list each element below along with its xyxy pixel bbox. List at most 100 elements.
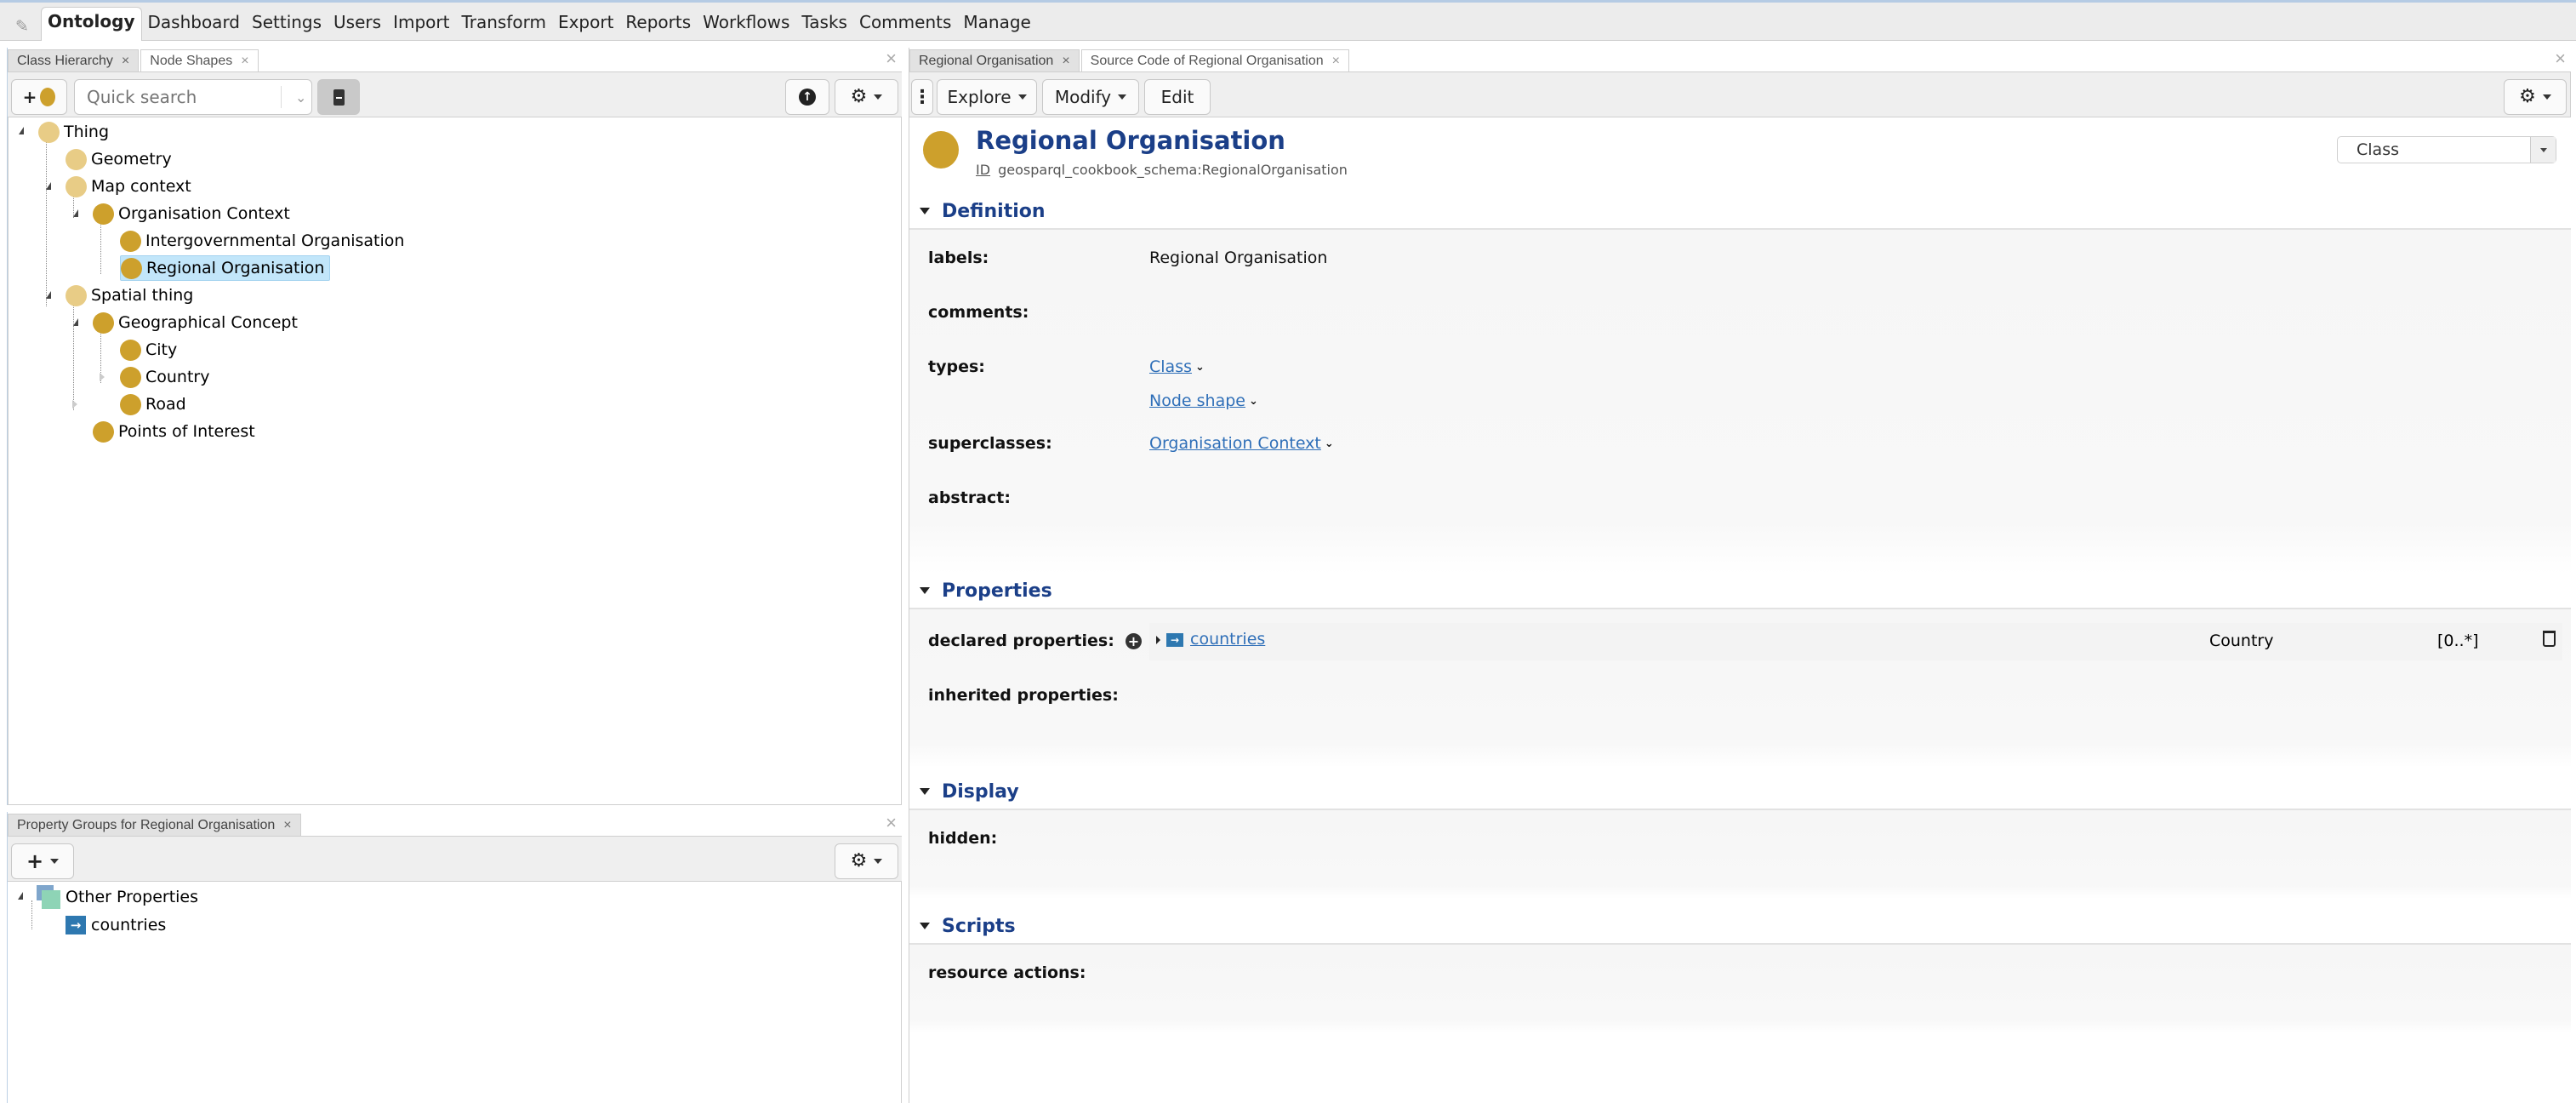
type-select-toggle[interactable] <box>2530 137 2556 163</box>
settings-menu-button[interactable]: ⚙ <box>835 79 898 115</box>
type-select[interactable]: Class <box>2337 136 2556 163</box>
type-link[interactable]: Node shape <box>1149 391 1245 410</box>
class-icon <box>93 203 114 225</box>
tree-item-regional-organisation[interactable]: Regional Organisation <box>120 255 331 281</box>
tab-node-shapes[interactable]: Node Shapes × <box>140 49 259 71</box>
section-title: Scripts <box>942 915 1016 937</box>
expand-triangle-icon[interactable] <box>1156 636 1160 644</box>
type-value-node-shape: Node shape ⌄ <box>1149 391 1258 410</box>
property-link[interactable]: countries <box>1190 630 1265 649</box>
section-display[interactable]: Display <box>909 774 2571 810</box>
close-panel-icon[interactable]: × <box>886 49 897 68</box>
vertical-ellipsis-icon: ⋮ <box>913 86 932 108</box>
chevron-down-icon[interactable]: ⌄ <box>295 89 306 106</box>
close-icon[interactable]: × <box>1332 50 1340 71</box>
menu-transform[interactable]: Transform <box>455 10 551 41</box>
menu-ontology[interactable]: Ontology <box>41 7 142 41</box>
tree-item-spatial-thing[interactable]: Spatial thing <box>66 283 193 308</box>
close-panel-icon[interactable]: × <box>2555 49 2566 68</box>
tree-item-map-context[interactable]: Map context <box>66 174 191 199</box>
menu-dashboard[interactable]: Dashboard <box>142 10 247 41</box>
close-panel-icon[interactable]: × <box>886 814 897 832</box>
add-property-icon[interactable]: + <box>1126 633 1142 649</box>
object-property-icon: → <box>66 916 86 934</box>
trash-icon[interactable] <box>2543 631 2556 647</box>
tree-item-other-properties[interactable]: Other Properties <box>37 884 198 910</box>
menu-tasks[interactable]: Tasks <box>795 10 853 41</box>
explore-menu-button[interactable]: Explore <box>937 79 1037 115</box>
add-group-button[interactable]: + <box>11 843 74 879</box>
menu-import[interactable]: Import <box>387 10 455 41</box>
settings-menu-button[interactable]: ⚙ <box>2504 79 2567 115</box>
menu-export[interactable]: Export <box>552 10 619 41</box>
labels-label: labels: <box>928 249 989 267</box>
tree-item-road[interactable]: Road <box>120 391 186 417</box>
book-toggle-button[interactable] <box>317 79 360 115</box>
tab-class-hierarchy[interactable]: Class Hierarchy × <box>8 49 140 71</box>
close-icon[interactable]: × <box>283 814 291 836</box>
section-definition[interactable]: Definition <box>909 194 2571 230</box>
tree-item-thing[interactable]: Thing <box>38 119 109 145</box>
property-groups-toolbar: + ⚙ <box>8 836 902 882</box>
collapse-toggle[interactable] <box>73 318 78 326</box>
move-up-button[interactable]: ↑ <box>785 79 829 115</box>
collapse-toggle[interactable] <box>46 291 51 299</box>
class-tree: Thing Geometry Map context Organisation … <box>8 117 902 805</box>
menu-comments[interactable]: Comments <box>853 10 957 41</box>
tree-item-countries[interactable]: → countries <box>66 912 166 938</box>
pencil-icon[interactable]: ✎ <box>15 18 32 35</box>
tree-item-organisation-context[interactable]: Organisation Context <box>93 201 290 226</box>
collapse-toggle[interactable] <box>18 892 23 900</box>
tab-regional-organisation[interactable]: Regional Organisation × <box>909 49 1080 71</box>
caret-icon <box>50 859 60 864</box>
tree-item-intergovernmental-organisation[interactable]: Intergovernmental Organisation <box>120 228 404 254</box>
tree-item-city[interactable]: City <box>120 337 177 363</box>
more-actions-button[interactable]: ⋮ <box>911 79 933 115</box>
expand-toggle[interactable] <box>72 400 77 409</box>
modify-label: Modify <box>1054 87 1112 107</box>
tab-source-code[interactable]: Source Code of Regional Organisation × <box>1080 49 1349 71</box>
menu-workflows[interactable]: Workflows <box>697 10 795 41</box>
class-icon <box>66 284 87 306</box>
chevron-down-icon[interactable]: ⌄ <box>1195 361 1205 374</box>
section-scripts[interactable]: Scripts <box>909 909 2571 945</box>
close-icon[interactable]: × <box>241 50 248 71</box>
superclass-link[interactable]: Organisation Context <box>1149 434 1321 453</box>
add-class-button[interactable]: + <box>11 79 67 115</box>
section-title: Properties <box>942 580 1052 602</box>
collapse-toggle[interactable] <box>73 209 78 217</box>
quick-search-input[interactable] <box>87 87 274 107</box>
tab-property-groups[interactable]: Property Groups for Regional Organisatio… <box>8 814 301 836</box>
modify-menu-button[interactable]: Modify <box>1042 79 1139 115</box>
expand-toggle[interactable] <box>100 373 105 381</box>
tree-item-country[interactable]: Country <box>120 364 209 390</box>
chevron-down-icon[interactable]: ⌄ <box>1249 395 1258 408</box>
menu-reports[interactable]: Reports <box>619 10 697 41</box>
class-icon <box>923 131 959 169</box>
menu-users[interactable]: Users <box>328 10 387 41</box>
section-properties[interactable]: Properties <box>909 574 2571 609</box>
resource-header: Regional Organisation ID geosparql_cookb… <box>909 117 2571 196</box>
comments-label: comments: <box>928 303 1029 322</box>
collapse-toggle[interactable] <box>19 127 24 134</box>
tree-item-geographical-concept[interactable]: Geographical Concept <box>93 310 298 335</box>
scripts-body: resource actions: <box>909 945 2571 1033</box>
class-icon <box>40 88 56 106</box>
collapse-toggle[interactable] <box>46 182 51 190</box>
menu-manage[interactable]: Manage <box>957 10 1036 41</box>
close-icon[interactable]: × <box>1062 50 1069 71</box>
chevron-down-icon[interactable]: ⌄ <box>1325 437 1334 450</box>
edit-button[interactable]: Edit <box>1144 79 1211 115</box>
tree-item-geometry[interactable]: Geometry <box>66 146 172 172</box>
declared-property-row: → countries Country [0..*] <box>1149 623 2562 660</box>
menu-settings[interactable]: Settings <box>246 10 328 41</box>
type-link[interactable]: Class <box>1149 357 1192 376</box>
caret-icon <box>1017 94 1027 100</box>
settings-menu-button[interactable]: ⚙ <box>835 843 898 879</box>
tree-item-points-of-interest[interactable]: Points of Interest <box>93 419 255 444</box>
tab-label: Node Shapes <box>150 54 233 68</box>
close-icon[interactable]: × <box>122 50 129 71</box>
property-groups-panel: Property Groups for Regional Organisatio… <box>7 812 902 1103</box>
main-menu-bar: ✎ Ontology Dashboard Settings Users Impo… <box>0 0 2576 41</box>
quick-search-field[interactable]: ⌄ <box>74 79 312 115</box>
